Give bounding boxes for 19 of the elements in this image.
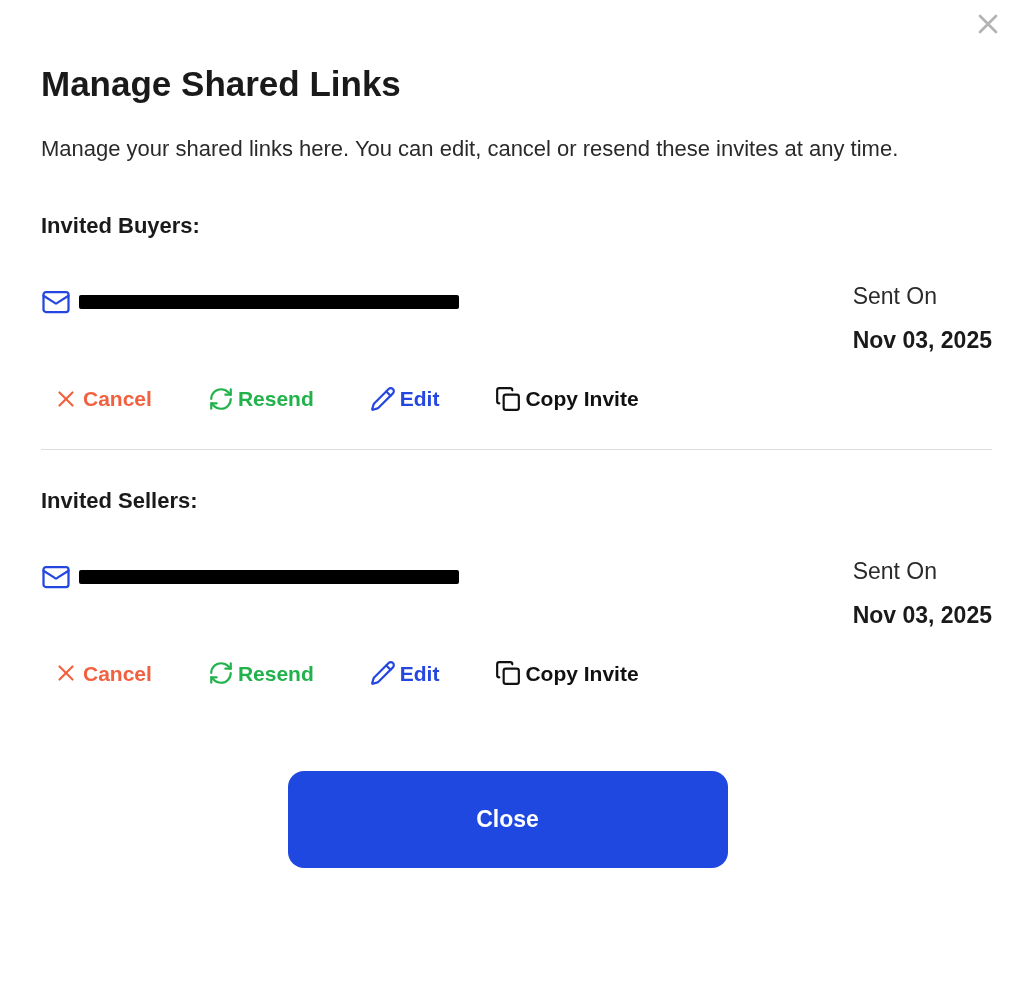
edit-button[interactable]: Edit — [369, 383, 440, 415]
pencil-icon — [369, 660, 396, 687]
edit-button[interactable]: Edit — [369, 657, 440, 689]
refresh-icon — [207, 385, 234, 412]
sent-date: Nov 03, 2025 — [852, 600, 992, 630]
copy-icon — [495, 385, 522, 412]
sent-label: Sent On — [852, 556, 937, 586]
copy-button[interactable]: Copy Invite — [495, 383, 639, 415]
sent-label: Sent On — [852, 282, 937, 311]
sent-date: Nov 03, 2025 — [852, 326, 992, 355]
section-heading: Invited Buyers: — [41, 212, 201, 240]
copy-button[interactable]: Copy Invite — [495, 657, 639, 689]
pencil-icon — [369, 385, 396, 412]
section-heading: Invited Sellers: — [41, 486, 199, 515]
dialog-description: Manage your shared links here. You can edit, cancel or resend these invites at any time. — [41, 135, 900, 163]
dialog-title: Manage Shared Links — [41, 63, 402, 105]
copy-icon — [495, 660, 522, 687]
close-button[interactable]: Close — [287, 771, 728, 868]
refresh-icon — [207, 660, 234, 687]
